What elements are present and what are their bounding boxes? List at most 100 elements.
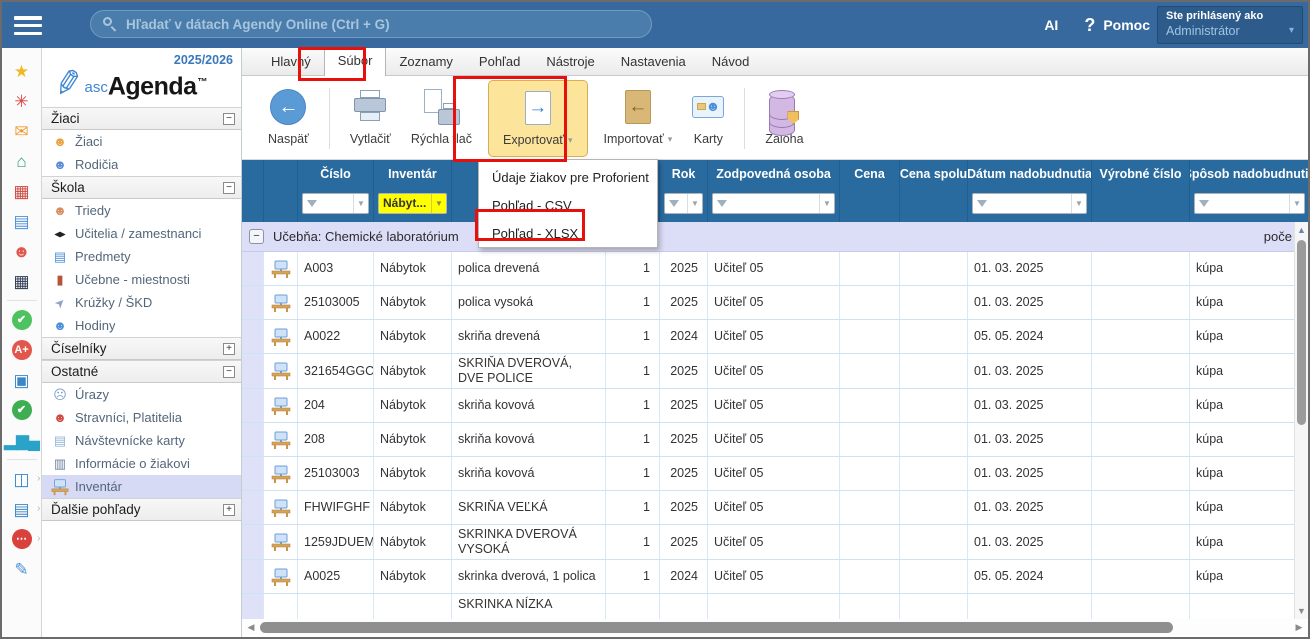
- cell-col-sposob-nadobudnutia[interactable]: kúpa: [1190, 423, 1308, 456]
- scroll-right-icon[interactable]: ▶: [1292, 622, 1306, 633]
- cell-col-pocet[interactable]: 1: [606, 560, 660, 593]
- cell-col-indent[interactable]: [242, 389, 264, 422]
- cell-col-cislo[interactable]: A003: [298, 252, 374, 285]
- cell-col-cena-spolu[interactable]: [900, 525, 968, 559]
- cell-col-pocet[interactable]: 1: [606, 252, 660, 285]
- cell-col-vyrobne-cislo[interactable]: [1092, 354, 1190, 388]
- collapse-icon[interactable]: −: [223, 366, 235, 378]
- import-button[interactable]: ←Importovať▾: [594, 80, 683, 157]
- cell-col-item-icon[interactable]: [264, 560, 298, 593]
- cell-col-cena[interactable]: [840, 560, 900, 593]
- group-row[interactable]: − Učebňa: Chemické laboratórium poče: [242, 222, 1308, 252]
- messages-icon[interactable]: ✉: [2, 116, 42, 146]
- cell-col-rok[interactable]: 2025: [660, 457, 708, 490]
- col-datum-nadobudnutia[interactable]: Dátum nadobudnutia▼: [968, 160, 1092, 222]
- table-row[interactable]: 25103005Nábytokpolica vysoká12025Učiteľ …: [242, 286, 1308, 320]
- cell-col-nazov[interactable]: SKRIŇA DVEROVÁ, DVE POLICE: [452, 354, 606, 388]
- filter-col-cislo[interactable]: ▼: [302, 193, 369, 214]
- filter-dropdown-icon[interactable]: ▼: [353, 194, 368, 213]
- cell-col-indent[interactable]: [242, 560, 264, 593]
- cell-col-datum-nadobudnutia[interactable]: 01. 03. 2025: [968, 491, 1092, 524]
- cell-col-cislo[interactable]: 208: [298, 423, 374, 456]
- vertical-scrollbar[interactable]: ▲ ▼: [1294, 222, 1308, 619]
- cell-col-vyrobne-cislo[interactable]: [1092, 320, 1190, 353]
- cell-col-item-icon[interactable]: [264, 252, 298, 285]
- cell-col-vyrobne-cislo[interactable]: [1092, 525, 1190, 559]
- cell-col-indent[interactable]: [242, 491, 264, 524]
- table-row[interactable]: A0025Nábytokskrinka dverová, 1 polica120…: [242, 560, 1308, 594]
- quick-print-button[interactable]: Rýchla tlač: [401, 80, 482, 157]
- library-icon[interactable]: ◫›: [2, 464, 42, 494]
- cell-col-datum-nadobudnutia[interactable]: 05. 05. 2024: [968, 320, 1092, 353]
- cell-col-cena-spolu[interactable]: [900, 457, 968, 490]
- sidebar-item-stravn-ci-platitelia[interactable]: ☻Stravníci, Platitelia: [42, 406, 241, 429]
- cell-col-cena-spolu[interactable]: [900, 320, 968, 353]
- cell-col-inventar[interactable]: Nábytok: [374, 286, 452, 319]
- cell-col-nazov[interactable]: SKRIŇA VEĽKÁ: [452, 491, 606, 524]
- print-button[interactable]: Vytlačiť: [340, 80, 401, 157]
- timetable-icon[interactable]: ▦: [2, 176, 42, 206]
- cell-col-zodpovedna-osoba[interactable]: Učiteľ 05: [708, 423, 840, 456]
- help-button[interactable]: ? Pomoc: [1084, 15, 1150, 36]
- cell-col-zodpovedna-osoba[interactable]: Učiteľ 05: [708, 286, 840, 319]
- back-button[interactable]: ←Naspäť: [258, 80, 319, 157]
- vertical-scroll-thumb[interactable]: [1297, 240, 1306, 425]
- cell-col-nazov[interactable]: polica drevená: [452, 252, 606, 285]
- cell-col-cislo[interactable]: 1259JDUEM: [298, 525, 374, 559]
- approvals-icon[interactable]: ✔: [2, 305, 42, 335]
- cell-col-vyrobne-cislo[interactable]: [1092, 286, 1190, 319]
- cell-col-nazov[interactable]: SKRINKA NÍZKA: [452, 594, 606, 619]
- cell-col-item-icon[interactable]: [264, 525, 298, 559]
- collapse-group-button[interactable]: −: [249, 229, 264, 244]
- cell-col-zodpovedna-osoba[interactable]: Učiteľ 05: [708, 491, 840, 524]
- cell-col-sposob-nadobudnutia[interactable]: [1190, 594, 1308, 619]
- cell-col-item-icon[interactable]: [264, 594, 298, 619]
- cell-col-inventar[interactable]: Nábytok: [374, 525, 452, 559]
- col-inventar[interactable]: InventárNábyt...▼: [374, 160, 452, 222]
- cell-col-cena[interactable]: [840, 491, 900, 524]
- cell-col-indent[interactable]: [242, 457, 264, 490]
- cell-col-inventar[interactable]: Nábytok: [374, 457, 452, 490]
- cell-col-indent[interactable]: [242, 594, 264, 619]
- cell-col-cena-spolu[interactable]: [900, 286, 968, 319]
- cell-col-pocet[interactable]: 1: [606, 423, 660, 456]
- table-row[interactable]: A0022Nábytokskriňa drevená12024Učiteľ 05…: [242, 320, 1308, 354]
- filter-col-inventar[interactable]: Nábyt...▼: [378, 193, 447, 214]
- cell-col-pocet[interactable]: 1: [606, 389, 660, 422]
- favorites-icon[interactable]: ★: [2, 56, 42, 86]
- sidebar-item-n-v-tevn-cke-karty[interactable]: ▤Návštevnícke karty: [42, 429, 241, 452]
- col-vyrobne-cislo[interactable]: Výrobné číslo: [1092, 160, 1190, 222]
- cell-col-cena-spolu[interactable]: [900, 594, 968, 619]
- cell-col-vyrobne-cislo[interactable]: [1092, 252, 1190, 285]
- menu-item--daje-iakov-pre-proforient[interactable]: Údaje žiakov pre Proforient: [479, 163, 657, 191]
- col-cena-spolu[interactable]: Cena spolu: [900, 160, 968, 222]
- table-row[interactable]: FHWIFGHFNábytokSKRIŇA VEĽKÁ12025Učiteľ 0…: [242, 491, 1308, 525]
- sidebar-section--kola[interactable]: Škola−: [42, 176, 241, 199]
- cell-col-vyrobne-cislo[interactable]: [1092, 594, 1190, 619]
- scroll-down-icon[interactable]: ▼: [1297, 603, 1306, 619]
- cell-col-cislo[interactable]: A0025: [298, 560, 374, 593]
- horizontal-scroll-thumb[interactable]: [260, 622, 1173, 633]
- cell-col-cena[interactable]: [840, 423, 900, 456]
- cell-col-vyrobne-cislo[interactable]: [1092, 491, 1190, 524]
- wizard-icon[interactable]: ✳: [2, 86, 42, 116]
- cell-col-cena-spolu[interactable]: [900, 252, 968, 285]
- cell-col-rok[interactable]: 2025: [660, 525, 708, 559]
- cell-col-cena[interactable]: [840, 389, 900, 422]
- cell-col-rok[interactable]: 2025: [660, 354, 708, 388]
- cell-col-indent[interactable]: [242, 320, 264, 353]
- cell-col-rok[interactable]: 2025: [660, 286, 708, 319]
- shield-check-icon[interactable]: ✔: [2, 395, 42, 425]
- person-icon[interactable]: ☻: [2, 236, 42, 266]
- table-row[interactable]: 204Nábytokskriňa kovová12025Učiteľ 0501.…: [242, 389, 1308, 423]
- sidebar-item-predmety[interactable]: ▤Predmety: [42, 245, 241, 268]
- horizontal-scrollbar[interactable]: ◀ ▶: [242, 619, 1308, 635]
- cell-col-cena[interactable]: [840, 286, 900, 319]
- tab-hlavn-[interactable]: Hlavný: [258, 48, 324, 75]
- cell-col-rok[interactable]: [660, 594, 708, 619]
- filter-dropdown-icon[interactable]: ▼: [819, 194, 834, 213]
- col-zodpovedna-osoba[interactable]: Zodpovedná osoba▼: [708, 160, 840, 222]
- cell-col-nazov[interactable]: skriňa kovová: [452, 457, 606, 490]
- calendar-icon[interactable]: ▦: [2, 266, 42, 296]
- table-row[interactable]: 321654GGCNábytokSKRIŇA DVEROVÁ, DVE POLI…: [242, 354, 1308, 389]
